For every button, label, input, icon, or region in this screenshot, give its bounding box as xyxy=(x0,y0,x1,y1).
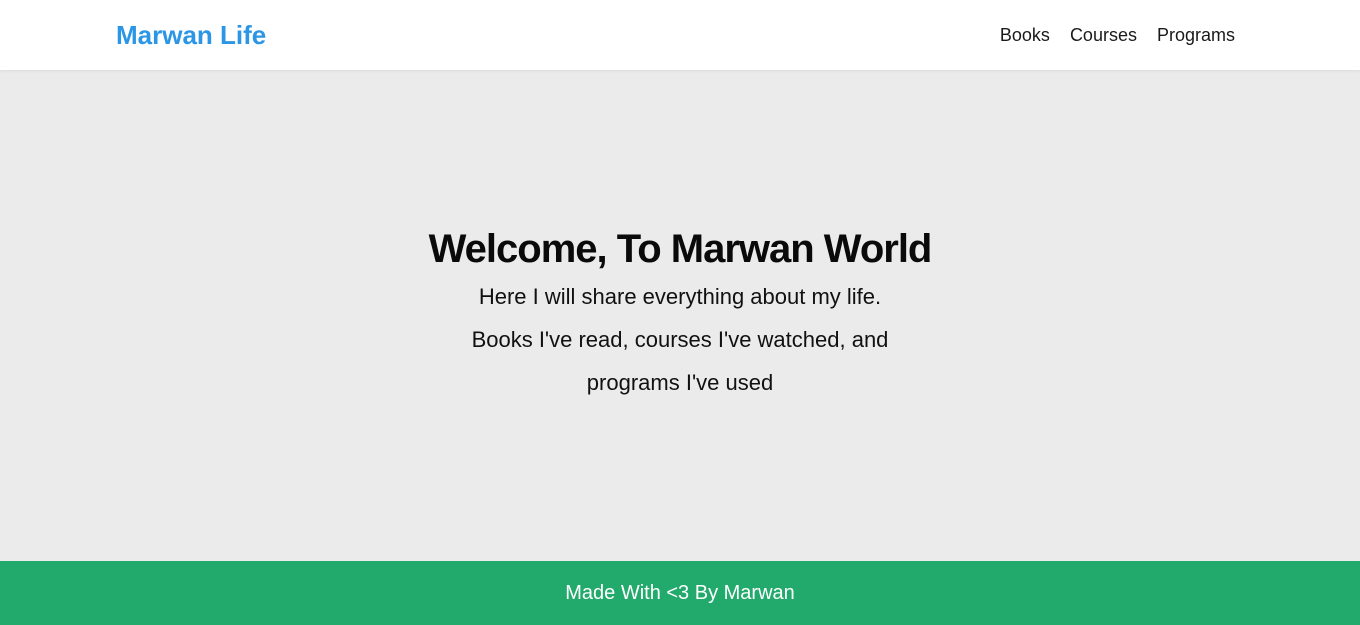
hero-section: Welcome, To Marwan World Here I will sha… xyxy=(0,70,1360,561)
brand-logo-link[interactable]: Marwan Life xyxy=(116,0,266,70)
hero-line-3: programs I've used xyxy=(586,370,774,395)
nav-link-programs[interactable]: Programs xyxy=(1157,25,1235,46)
nav-link-courses[interactable]: Courses xyxy=(1070,25,1137,46)
navbar: Marwan Life Books Courses Programs xyxy=(0,0,1360,70)
footer: Made With <3 By Marwan xyxy=(0,561,1360,625)
hero-line-2: Books I've read, courses I've watched, a… xyxy=(471,327,889,352)
hero-title: Welcome, To Marwan World xyxy=(428,227,933,271)
hero-content: Welcome, To Marwan World Here I will sha… xyxy=(0,225,1360,404)
hero-description: Here I will share everything about my li… xyxy=(440,275,920,404)
footer-text: Made With <3 By Marwan xyxy=(565,582,795,604)
nav-links: Books Courses Programs xyxy=(1000,0,1235,70)
hero-line-1: Here I will share everything about my li… xyxy=(478,284,882,309)
nav-link-books[interactable]: Books xyxy=(1000,25,1050,46)
